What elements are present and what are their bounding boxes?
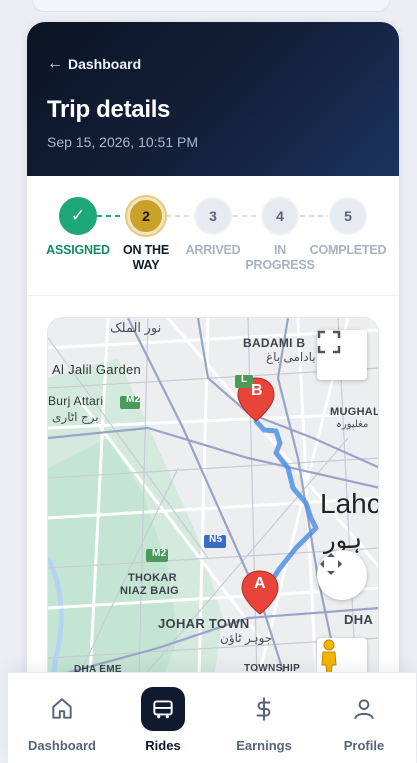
arrow-left-icon: ← bbox=[47, 55, 63, 72]
nav-label: Earnings bbox=[236, 738, 292, 753]
lahore-label: Lahc bbox=[320, 488, 379, 519]
bottom-navigation: Dashboard Rides Earnings Profile bbox=[8, 672, 416, 763]
n5-label: N5 bbox=[209, 534, 223, 545]
m2-label-top: M2 bbox=[126, 394, 141, 405]
trip-datetime: Sep 15, 2026, 10:51 PM bbox=[47, 134, 198, 150]
recenter-button[interactable] bbox=[317, 550, 367, 600]
l-label: L bbox=[241, 374, 248, 385]
nav-earnings[interactable]: Earnings bbox=[214, 687, 314, 753]
step-number: 4 bbox=[261, 197, 299, 235]
badami-label: BADAMI B bbox=[243, 336, 306, 350]
trip-header: ← Dashboard Trip details Sep 15, 2026, 1… bbox=[27, 22, 399, 176]
fullscreen-icon bbox=[317, 330, 341, 354]
nav-label: Dashboard bbox=[28, 738, 96, 753]
badami-urdu-label: بادامی باغ bbox=[266, 350, 316, 364]
dha-label: DHA bbox=[344, 612, 374, 627]
nav-label: Profile bbox=[343, 738, 385, 753]
step-label: COMPLETED bbox=[309, 243, 387, 257]
burj-attari-label: Burj Attari bbox=[48, 394, 104, 408]
nav-rides[interactable]: Rides bbox=[113, 687, 213, 753]
burj-attari-urdu-label: برج اٹاری bbox=[52, 410, 99, 424]
al-jalil-label: Al Jalil Garden bbox=[52, 362, 142, 377]
route-map[interactable]: M2 M2 N5 L نور الملک BADAMI B بادامی باغ… bbox=[47, 317, 379, 717]
mughal-urdu-label: مغلپورہ bbox=[336, 419, 369, 430]
home-icon bbox=[40, 687, 84, 731]
check-icon: ✓ bbox=[59, 197, 97, 235]
niaz-baig-label: NIAZ BAIG bbox=[120, 585, 179, 597]
nav-dashboard[interactable]: Dashboard bbox=[12, 687, 112, 753]
step-number: 2 bbox=[127, 197, 165, 235]
nav-label: Rides bbox=[145, 738, 181, 753]
page-title: Trip details bbox=[47, 96, 171, 123]
marker-b-label: B bbox=[251, 382, 263, 399]
step-number: 5 bbox=[329, 197, 367, 235]
fullscreen-button[interactable] bbox=[317, 330, 367, 380]
johar-town-label: JOHAR TOWN bbox=[158, 616, 250, 631]
back-to-dashboard-link[interactable]: ← Dashboard bbox=[47, 55, 141, 73]
previous-card-edge bbox=[32, 0, 390, 12]
user-icon bbox=[342, 687, 386, 731]
thokar-label: THOKAR bbox=[128, 572, 177, 584]
m2-label-bottom: M2 bbox=[152, 548, 167, 559]
urdu-label-top: نور الملک bbox=[110, 320, 162, 335]
trip-details-card: ← Dashboard Trip details Sep 15, 2026, 1… bbox=[27, 22, 399, 763]
nav-profile[interactable]: Profile bbox=[314, 687, 414, 753]
trip-status-stepper: ✓ ASSIGNED 2 ON THE WAY 3 ARRIVED 4 IN P… bbox=[27, 176, 399, 296]
dollar-icon bbox=[242, 687, 286, 731]
step-label: ON THE WAY bbox=[122, 243, 170, 272]
mughal-label: MUGHAL bbox=[330, 406, 379, 418]
recenter-icon bbox=[320, 553, 342, 575]
back-label: Dashboard bbox=[68, 56, 142, 72]
bus-icon bbox=[141, 687, 185, 731]
step-completed: 5 COMPLETED bbox=[308, 197, 388, 258]
step-number: 3 bbox=[194, 197, 232, 235]
marker-a-label: A bbox=[254, 575, 266, 592]
johar-town-urdu-label: جوہر ٹاؤن bbox=[220, 631, 273, 645]
